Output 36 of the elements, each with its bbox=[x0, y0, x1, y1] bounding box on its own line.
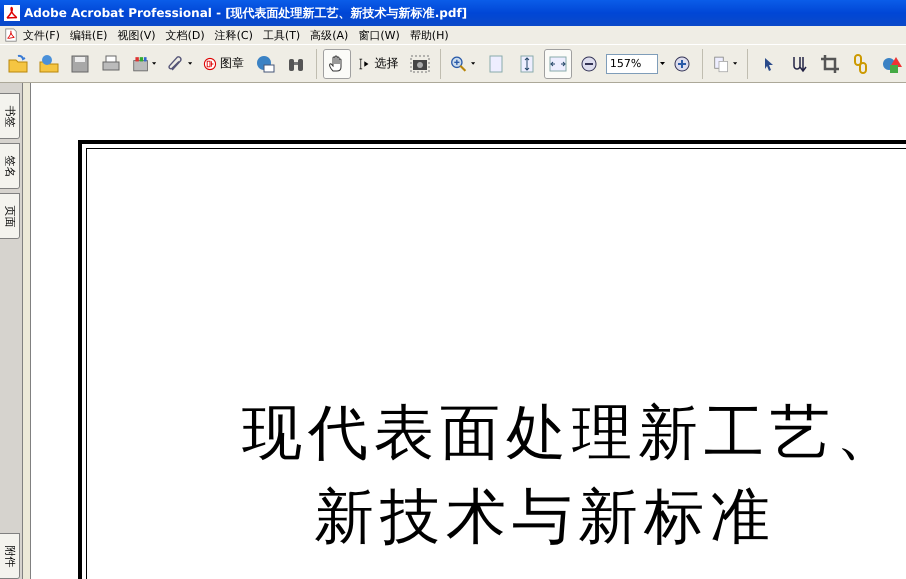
menu-item[interactable]: 视图(V) bbox=[112, 28, 161, 42]
crop-icon bbox=[820, 54, 840, 74]
dropdown-caret-icon[interactable] bbox=[732, 62, 738, 65]
fit-width-icon bbox=[548, 54, 568, 74]
toolbar-button[interactable] bbox=[322, 48, 351, 78]
document-title-line: 现代表面处理新工艺、 bbox=[242, 397, 902, 470]
dropdown-caret-icon[interactable] bbox=[660, 62, 665, 65]
folder-icon bbox=[8, 54, 28, 74]
menu-item[interactable]: 高级(A) bbox=[305, 28, 354, 42]
camera-icon bbox=[410, 54, 430, 74]
window-title: Adobe Acrobat Professional - [现代表面处理新工艺、新技术与新标准.pdf] bbox=[24, 4, 468, 22]
pdf-document-icon[interactable] bbox=[4, 28, 18, 42]
menu-item[interactable]: 文件(F) bbox=[18, 28, 65, 42]
menu-item[interactable]: 文档(D) bbox=[160, 28, 210, 42]
zoom-plus-icon bbox=[672, 54, 692, 74]
page-rotate-icon bbox=[712, 54, 730, 74]
menu-item[interactable]: 注释(C) bbox=[210, 28, 258, 42]
document-title-line: 新技术与新标准 bbox=[313, 481, 776, 554]
dropdown-caret-icon[interactable] bbox=[470, 62, 475, 65]
dropdown-caret-icon[interactable] bbox=[188, 62, 192, 65]
menu-item[interactable]: 编辑(E) bbox=[64, 28, 112, 42]
menu-item[interactable]: 工具(T) bbox=[258, 28, 306, 42]
pdf-logo-icon bbox=[4, 5, 20, 21]
menu-item[interactable]: 窗口(W) bbox=[353, 28, 405, 42]
toolbar-button[interactable]: 选择 bbox=[354, 48, 403, 78]
menu-item[interactable]: 帮助(H) bbox=[404, 28, 454, 42]
zoom-out-icon bbox=[578, 54, 599, 74]
zoom-in-icon bbox=[450, 54, 468, 74]
side-panel-tab[interactable]: 页面 bbox=[0, 193, 20, 239]
dropdown-caret-icon[interactable] bbox=[152, 62, 156, 65]
side-panel-tab[interactable]: 签名 bbox=[0, 143, 20, 189]
zoom-field[interactable]: 157% bbox=[606, 54, 658, 74]
toolbar-button[interactable]: 图章 bbox=[198, 48, 248, 78]
side-panel-tab[interactable]: 书签 bbox=[0, 93, 20, 139]
side-panel-tab[interactable]: 附件 bbox=[0, 533, 20, 579]
printer-icon bbox=[101, 54, 121, 74]
